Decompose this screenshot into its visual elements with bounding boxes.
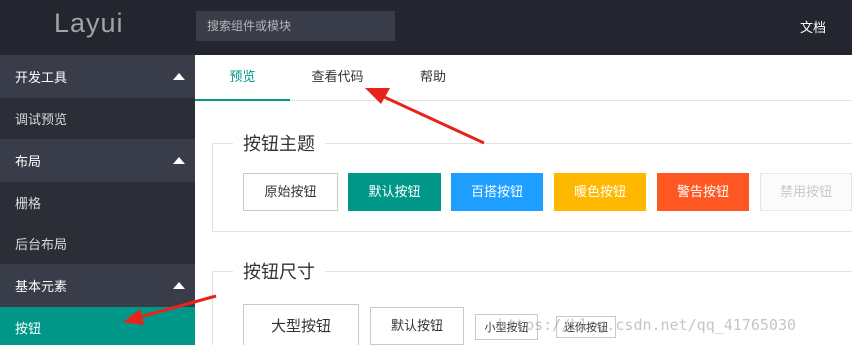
sidebar-item-label: 栅格 <box>15 197 42 212</box>
chevron-up-icon <box>173 157 185 164</box>
sidebar-item-label: 调试预览 <box>15 113 68 128</box>
sidebar-group-label: 开发工具 <box>15 71 68 86</box>
sidebar-group-layout[interactable]: 布局 <box>0 139 195 182</box>
search-input[interactable] <box>196 11 395 41</box>
section-title: 按钮主题 <box>233 130 325 156</box>
default-size-button[interactable]: 默认按钮 <box>370 307 464 345</box>
sidebar-item-grid[interactable]: 栅格 <box>0 182 195 223</box>
sidebar-item-debug-preview[interactable]: 调试预览 <box>0 98 195 139</box>
danger-button[interactable]: 警告按钮 <box>657 173 749 211</box>
tab-preview[interactable]: 预览 <box>195 55 290 101</box>
sidebar-nav: 开发工具 调试预览 布局 栅格 后台布局 基本元素 按钮 <box>0 55 195 345</box>
sidebar-group-dev-tools[interactable]: 开发工具 <box>0 55 195 98</box>
sidebar-group-basic-elements[interactable]: 基本元素 <box>0 264 195 307</box>
logo[interactable]: Layui <box>54 8 124 39</box>
top-header: Layui 文档 <box>0 0 852 55</box>
sidebar-item-label: 按钮 <box>15 322 42 337</box>
tab-view-code[interactable]: 查看代码 <box>290 55 385 101</box>
sidebar-group-label: 布局 <box>15 155 42 170</box>
section-title: 按钮尺寸 <box>233 258 325 284</box>
sidebar-item-label: 后台布局 <box>15 238 68 253</box>
doc-link[interactable]: 文档 <box>800 17 826 36</box>
normal-button[interactable]: 百搭按钮 <box>451 173 543 211</box>
chevron-up-icon <box>173 282 185 289</box>
watermark: https://blog.csdn.net/qq_41765030 <box>498 316 797 334</box>
disabled-button: 禁用按钮 <box>760 173 852 211</box>
chevron-up-icon <box>173 73 185 80</box>
tab-bar: 预览 查看代码 帮助 <box>195 55 852 101</box>
main-content: 预览 查看代码 帮助 按钮主题 原始按钮 默认按钮 百搭按钮 暖色按钮 警告按钮… <box>195 55 852 345</box>
large-button[interactable]: 大型按钮 <box>243 304 359 345</box>
warm-button[interactable]: 暖色按钮 <box>554 173 646 211</box>
sidebar-item-button[interactable]: 按钮 <box>0 307 195 345</box>
tab-help[interactable]: 帮助 <box>405 55 461 101</box>
default-button[interactable]: 默认按钮 <box>348 173 441 211</box>
primary-button[interactable]: 原始按钮 <box>243 173 338 211</box>
sidebar-group-label: 基本元素 <box>15 280 68 295</box>
sidebar-item-admin-layout[interactable]: 后台布局 <box>0 223 195 264</box>
